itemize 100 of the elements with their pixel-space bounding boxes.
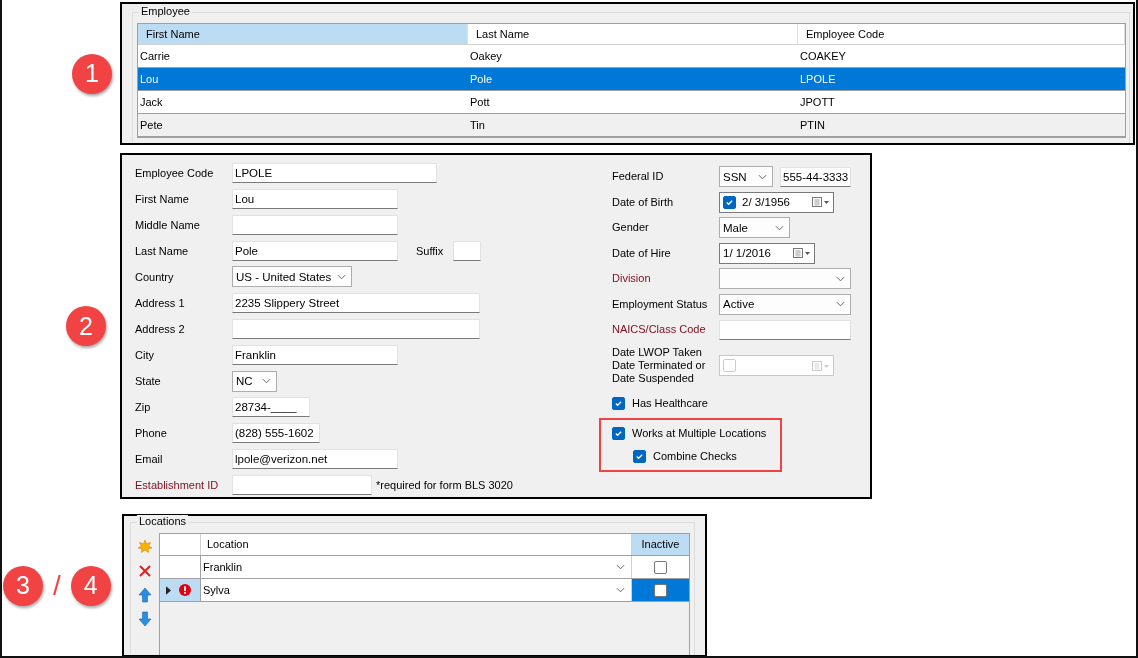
callout-badge: 3 xyxy=(3,565,43,606)
dropdown[interactable]: Male xyxy=(719,217,790,239)
calendar-icon xyxy=(812,197,830,208)
checkbox-label: Has Healthcare xyxy=(632,397,708,409)
field-label: NAICS/Class Code xyxy=(612,323,707,337)
text-field[interactable]: 2235 Slippery Street xyxy=(232,292,480,313)
field-label: Address 2 xyxy=(135,323,186,335)
field-label: Employment Status xyxy=(612,297,709,311)
field-note: *required for form BLS 3020 xyxy=(376,479,513,492)
column-header[interactable]: Last Name xyxy=(468,24,798,45)
table-cell-text: Carrie xyxy=(139,49,171,64)
column-header[interactable]: First Name xyxy=(138,24,468,45)
field-label: Establishment ID xyxy=(135,479,220,492)
group-title: Employee xyxy=(139,5,192,17)
text-field[interactable]: LPOLE xyxy=(232,162,437,183)
field-label: First Name xyxy=(135,192,190,205)
table-cell-text: Tin xyxy=(469,118,486,133)
delete-icon[interactable] xyxy=(137,563,153,579)
column-header[interactable]: Inactive xyxy=(631,534,689,555)
chevron-down-icon xyxy=(616,587,625,593)
table-cell-text: Jack xyxy=(139,95,164,110)
field-label: Email xyxy=(135,453,164,466)
table-cell-text: Pete xyxy=(139,118,164,133)
text-field[interactable]: Pole xyxy=(232,240,398,261)
checkmark-icon xyxy=(614,398,623,408)
text-field[interactable]: 555-44-3333 xyxy=(780,166,851,187)
checkbox[interactable] xyxy=(654,560,667,574)
table-cell-text: Pott xyxy=(469,95,491,110)
field-label: Employee Code xyxy=(135,166,215,179)
text-field[interactable] xyxy=(232,319,480,339)
dropdown[interactable]: US - United States xyxy=(232,266,352,288)
table-cell-text: COAKEY xyxy=(799,49,847,64)
table-cell-text: Lou xyxy=(139,72,160,87)
table-cell-text: PTIN xyxy=(799,118,827,133)
checkbox[interactable] xyxy=(612,396,625,410)
chevron-down-icon xyxy=(262,378,271,385)
field-label: Federal ID xyxy=(612,170,665,184)
field-label: Gender xyxy=(612,221,650,235)
column-header[interactable]: Employee Code xyxy=(798,24,1125,45)
callout-badge: 2 xyxy=(66,306,106,346)
text-field[interactable] xyxy=(232,475,372,496)
field-label: Date of Birth xyxy=(612,195,675,209)
chevron-down-icon xyxy=(758,173,767,180)
text-field[interactable] xyxy=(453,240,481,261)
chevron-down-icon xyxy=(836,275,845,282)
field-label: Phone xyxy=(135,427,168,440)
arrow-up-icon[interactable] xyxy=(137,587,153,603)
text-field[interactable]: lpole@verizon.net xyxy=(232,449,398,470)
date-picker[interactable]: 1/ 1/2016 xyxy=(719,242,815,264)
checkbox[interactable] xyxy=(612,426,625,440)
checkmark-icon xyxy=(614,428,623,438)
field-label: Date of Hire xyxy=(612,246,672,260)
table-cell-text: Pole xyxy=(469,72,494,87)
text-field[interactable]: Lou xyxy=(232,188,398,209)
callout-separator: / xyxy=(53,569,61,602)
table-row[interactable]: Pete Tin PTIN xyxy=(138,114,1125,137)
text-field[interactable] xyxy=(719,319,851,340)
dropdown[interactable]: Active xyxy=(719,293,851,315)
row-pointer-icon xyxy=(166,585,171,595)
field-label: Last Name xyxy=(135,244,190,257)
dropdown[interactable]: NC xyxy=(232,370,277,392)
arrow-down-icon[interactable] xyxy=(137,611,153,627)
text-field[interactable] xyxy=(232,214,398,235)
callout-badge: 4 xyxy=(70,565,111,606)
table-cell-text: JPOTT xyxy=(799,95,836,110)
field-label: Date LWOP Taken Date Terminated or Date Suspended xyxy=(612,346,707,385)
calendar-icon xyxy=(793,248,811,259)
table-row[interactable]: Lou Pole LPOLE xyxy=(138,68,1125,91)
field-label: Address 1 xyxy=(135,296,186,309)
field-label: Zip xyxy=(135,401,152,414)
checkbox-label: Works at Multiple Locations xyxy=(632,427,767,439)
field-label: City xyxy=(135,349,155,362)
field-label: Suffix xyxy=(416,244,445,257)
chevron-down-icon xyxy=(836,301,845,308)
dropdown[interactable]: SSN xyxy=(719,166,773,188)
field-label: Middle Name xyxy=(135,218,201,231)
chevron-down-icon xyxy=(775,224,784,231)
checkmark-icon xyxy=(635,451,644,461)
callout-badge: 1 xyxy=(72,53,112,94)
calendar-icon xyxy=(812,360,830,371)
field-label: Division xyxy=(612,272,652,286)
text-field[interactable]: (828) 555-1602 xyxy=(232,423,320,444)
chevron-down-icon xyxy=(337,273,346,280)
text-field[interactable]: Franklin xyxy=(232,345,398,366)
text-field[interactable]: 28734-____ xyxy=(232,397,310,418)
checkbox[interactable] xyxy=(723,195,736,209)
date-picker[interactable]: 2/ 3/1956 xyxy=(719,191,834,213)
chevron-down-icon xyxy=(616,564,625,570)
group-title: Locations xyxy=(137,515,189,527)
checkbox[interactable] xyxy=(633,449,646,463)
dropdown[interactable] xyxy=(719,268,851,290)
row-header[interactable] xyxy=(160,579,200,601)
checkmark-icon xyxy=(725,197,734,207)
field-label: State xyxy=(135,375,162,388)
checkbox-label: Combine Checks xyxy=(653,450,737,462)
table-cell-text: LPOLE xyxy=(799,72,837,87)
field-label: Country xyxy=(135,270,175,283)
table-cell-text: Oakey xyxy=(469,49,503,64)
starburst-icon[interactable] xyxy=(137,539,153,555)
checkbox[interactable] xyxy=(654,583,667,597)
